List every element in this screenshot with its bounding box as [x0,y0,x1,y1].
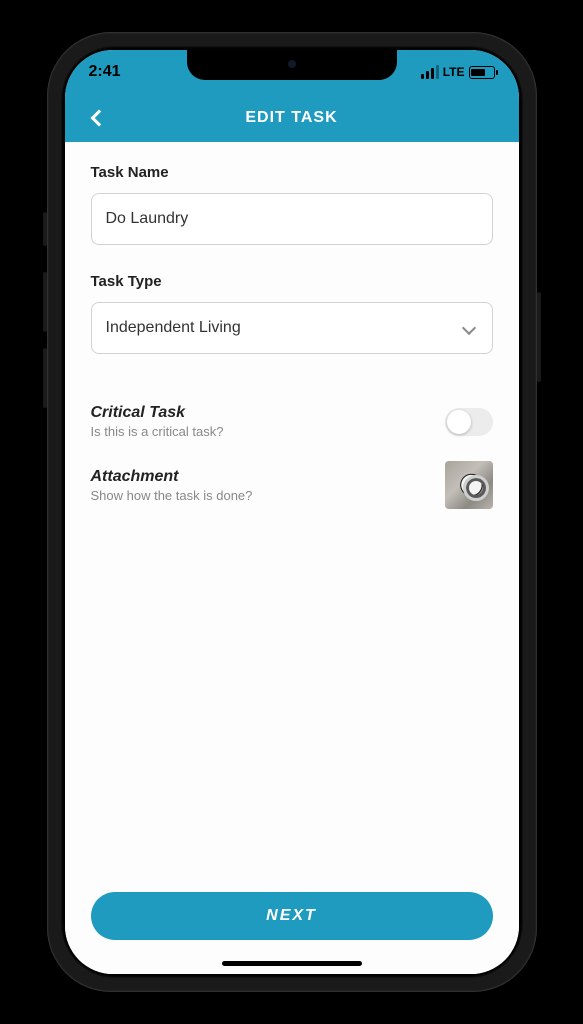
phone-frame: 2:41 LTE EDIT TASK Task Name [47,32,537,992]
task-name-input[interactable] [91,193,493,245]
back-button[interactable] [85,104,113,132]
home-indicator[interactable] [222,961,362,966]
task-type-select[interactable]: Independent Living [91,302,493,354]
task-type-group: Task Type Independent Living [91,273,493,354]
critical-task-subtitle: Is this is a critical task? [91,424,224,439]
critical-task-title: Critical Task [91,404,224,422]
next-button[interactable]: NEXT [91,892,493,940]
task-name-group: Task Name [91,164,493,245]
task-type-label: Task Type [91,273,493,290]
page-title: EDIT TASK [245,109,337,127]
battery-icon [469,66,495,79]
task-name-label: Task Name [91,164,493,181]
critical-task-toggle[interactable] [445,408,493,436]
attachment-subtitle: Show how the task is done? [91,488,253,503]
attachment-title: Attachment [91,468,253,486]
attachment-row: Attachment Show how the task is done? [91,461,493,509]
content: Task Name Task Type Independent Living C… [65,142,519,974]
signal-icon [421,65,439,79]
attachment-thumbnail[interactable] [445,461,493,509]
volume-silence-button [43,212,47,246]
chevron-left-icon [90,110,107,127]
toggle-knob [447,410,471,434]
critical-task-row: Critical Task Is this is a critical task… [91,404,493,439]
chevron-down-icon [461,321,475,335]
network-label: LTE [443,65,465,79]
status-time: 2:41 [89,63,121,81]
task-type-value: Independent Living [106,319,241,337]
notch [187,50,397,80]
volume-up-button [43,272,47,332]
power-button [537,292,541,382]
volume-down-button [43,348,47,408]
nav-header: EDIT TASK [65,94,519,142]
